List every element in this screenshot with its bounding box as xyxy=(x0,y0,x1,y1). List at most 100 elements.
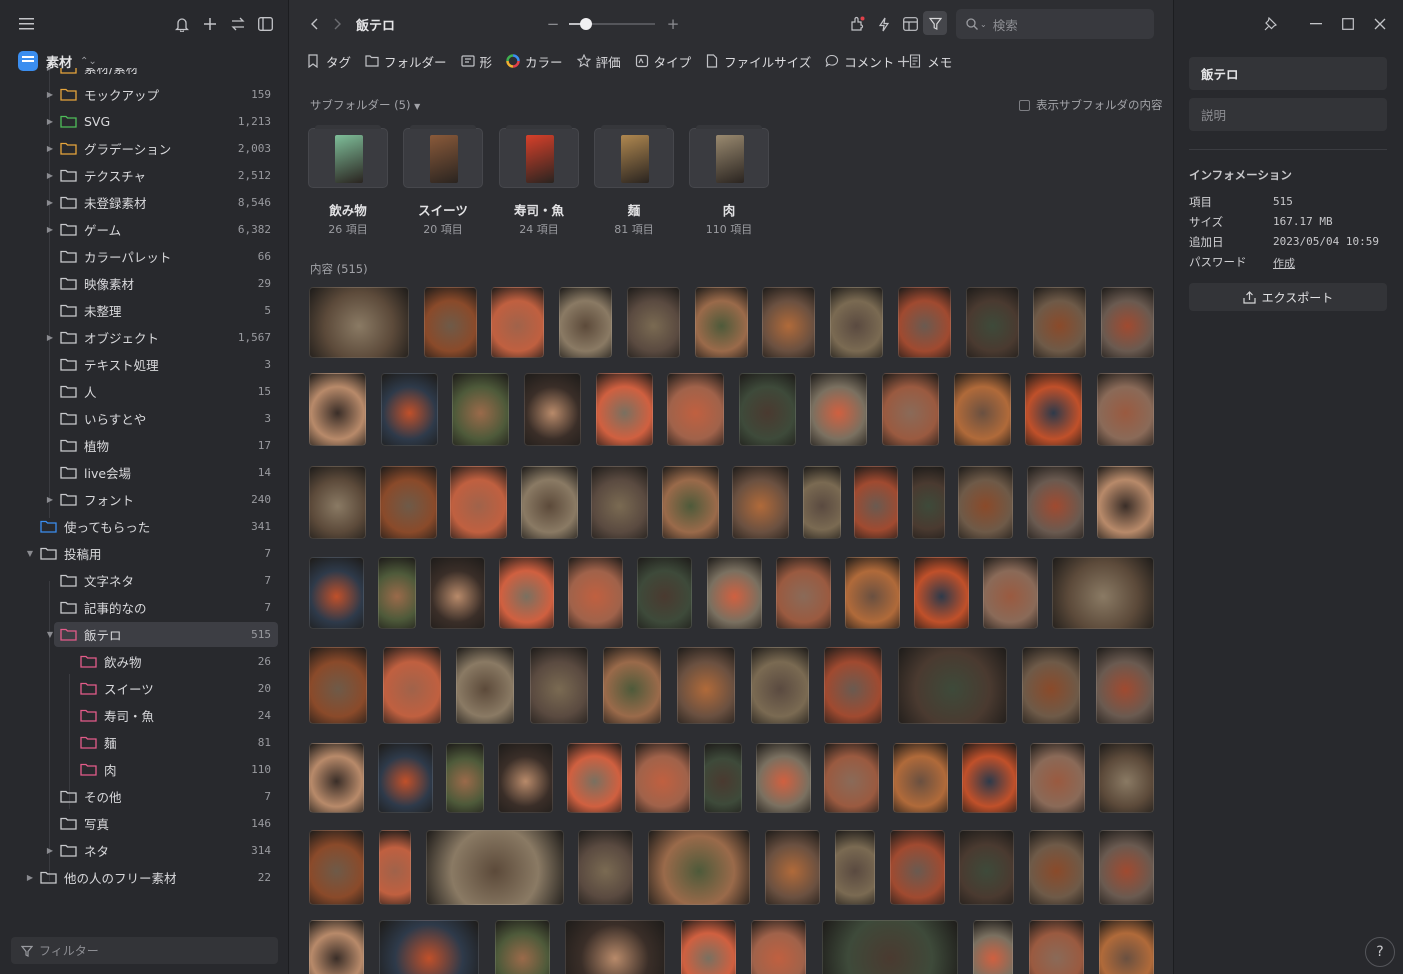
content-thumbnail[interactable] xyxy=(973,920,1014,974)
tree-item[interactable]: ▶ オブジェクト 1,567 xyxy=(0,324,289,351)
content-thumbnail[interactable] xyxy=(911,466,945,539)
menu-icon[interactable] xyxy=(16,14,36,34)
tree-item[interactable]: カラーパレット 66 xyxy=(0,243,289,270)
content-thumbnail[interactable] xyxy=(661,466,719,539)
content-thumbnail[interactable] xyxy=(378,557,417,629)
content-thumbnail[interactable] xyxy=(499,557,555,629)
content-thumbnail[interactable] xyxy=(854,466,898,539)
content-thumbnail[interactable] xyxy=(377,743,433,813)
content-thumbnail[interactable] xyxy=(762,287,816,358)
subfolder-header[interactable]: サブフォルダー (5) ▼ xyxy=(310,97,420,113)
content-thumbnail[interactable] xyxy=(982,557,1038,629)
content-thumbnail[interactable] xyxy=(568,557,624,629)
content-thumbnail[interactable] xyxy=(423,287,477,358)
subfolder-tile[interactable]: 麺 81 項目 xyxy=(594,125,674,237)
content-thumbnail[interactable] xyxy=(578,830,634,905)
tree-item[interactable]: 寿司・魚 24 xyxy=(0,702,289,729)
content-thumbnail[interactable] xyxy=(913,557,969,629)
tree-item[interactable]: ▶ 未登録素材 8,546 xyxy=(0,189,289,216)
caret-right-icon[interactable]: ▶ xyxy=(45,143,55,153)
tree-item[interactable]: 未整理 5 xyxy=(0,297,289,324)
tree-item[interactable]: 記事的なの 7 xyxy=(0,594,289,621)
caret-right-icon[interactable]: ▶ xyxy=(45,494,55,504)
content-thumbnail[interactable] xyxy=(1052,557,1154,629)
tree-item[interactable]: 人 15 xyxy=(0,378,289,405)
content-thumbnail[interactable] xyxy=(1030,743,1086,813)
zoom-out-icon[interactable]: − xyxy=(546,15,560,33)
caret-right-icon[interactable]: ▶ xyxy=(45,68,55,72)
notification-bell-icon[interactable] xyxy=(172,14,192,34)
content-thumbnail[interactable] xyxy=(603,647,662,724)
content-thumbnail[interactable] xyxy=(961,743,1017,813)
content-thumbnail[interactable] xyxy=(830,287,884,358)
subfolder-tile[interactable]: 寿司・魚 24 項目 xyxy=(499,125,579,237)
tree-item[interactable]: 麺 81 xyxy=(0,729,289,756)
content-thumbnail[interactable] xyxy=(626,287,680,358)
content-thumbnail[interactable] xyxy=(1028,920,1084,974)
filter-star[interactable]: 評価 xyxy=(576,52,621,71)
content-thumbnail[interactable] xyxy=(810,373,868,446)
content-thumbnail[interactable] xyxy=(450,466,507,539)
content-thumbnail[interactable] xyxy=(380,373,438,446)
content-thumbnail[interactable] xyxy=(953,373,1011,446)
tree-item[interactable]: 植物 17 xyxy=(0,432,289,459)
content-thumbnail[interactable] xyxy=(1026,466,1084,539)
tree-item[interactable]: ▼ 飯テロ 515 xyxy=(0,621,289,648)
content-thumbnail[interactable] xyxy=(882,373,940,446)
content-thumbnail[interactable] xyxy=(378,830,411,905)
content-thumbnail[interactable] xyxy=(1101,287,1154,358)
subfolder-tile[interactable]: 肉 110 項目 xyxy=(689,125,769,237)
sidebar-filter-input[interactable]: フィルター xyxy=(11,937,278,964)
tree-item[interactable]: 文字ネタ 7 xyxy=(0,567,289,594)
filter-folder[interactable]: フォルダー xyxy=(365,52,447,71)
content-thumbnail[interactable] xyxy=(732,466,789,539)
tree-item[interactable]: ▶ フォント 240 xyxy=(0,486,289,513)
filter-file-type[interactable]: タイプ xyxy=(635,52,691,71)
search-scope-chevron-icon[interactable]: ⌄ xyxy=(980,20,987,29)
checkbox[interactable] xyxy=(1019,99,1030,111)
tree-item[interactable]: live会場 14 xyxy=(0,459,289,486)
filter-memo[interactable]: メモ xyxy=(908,52,952,71)
content-thumbnail[interactable] xyxy=(765,830,820,905)
pin-icon[interactable] xyxy=(1260,14,1280,34)
content-thumbnail[interactable] xyxy=(893,743,948,813)
content-thumbnail[interactable] xyxy=(667,373,725,446)
zoom-slider-knob[interactable] xyxy=(580,18,593,30)
content-thumbnail[interactable] xyxy=(824,743,880,813)
content-thumbnail[interactable] xyxy=(529,647,588,724)
content-thumbnail[interactable] xyxy=(750,647,809,724)
caret-right-icon[interactable]: ▶ xyxy=(45,845,55,855)
content-thumbnail[interactable] xyxy=(1097,466,1154,539)
sidebar-toggle-icon[interactable] xyxy=(255,14,275,34)
content-thumbnail[interactable] xyxy=(452,373,510,446)
filter-comment[interactable]: コメント xyxy=(825,52,894,71)
subfolder-tile[interactable]: 飲み物 26 項目 xyxy=(308,125,388,237)
tree-item[interactable]: 映像素材 29 xyxy=(0,270,289,297)
minimize-icon[interactable] xyxy=(1306,14,1326,34)
caret-right-icon[interactable]: ▶ xyxy=(45,224,55,234)
content-thumbnail[interactable] xyxy=(309,373,366,446)
extension-icon[interactable] xyxy=(847,14,867,34)
content-thumbnail[interactable] xyxy=(958,466,1013,539)
content-thumbnail[interactable] xyxy=(1096,647,1154,724)
caret-right-icon[interactable]: ▶ xyxy=(45,89,55,99)
content-thumbnail[interactable] xyxy=(1097,373,1154,446)
content-thumbnail[interactable] xyxy=(446,743,485,813)
description-field[interactable]: 説明 xyxy=(1189,98,1387,131)
content-thumbnail[interactable] xyxy=(897,287,951,358)
content-thumbnail[interactable] xyxy=(595,373,653,446)
caret-right-icon[interactable]: ▶ xyxy=(25,872,35,882)
content-thumbnail[interactable] xyxy=(635,743,691,813)
content-thumbnail[interactable] xyxy=(648,830,751,905)
content-thumbnail[interactable] xyxy=(680,920,736,974)
close-icon[interactable] xyxy=(1370,14,1390,34)
content-thumbnail[interactable] xyxy=(802,466,841,539)
content-thumbnail[interactable] xyxy=(1029,830,1085,905)
content-thumbnail[interactable] xyxy=(834,830,875,905)
content-thumbnail[interactable] xyxy=(566,743,622,813)
content-thumbnail[interactable] xyxy=(751,920,807,974)
sync-arrows-icon[interactable] xyxy=(228,14,248,34)
content-thumbnail[interactable] xyxy=(309,920,364,974)
tree-item[interactable]: ▼ 投稿用 7 xyxy=(0,540,289,567)
content-thumbnail[interactable] xyxy=(694,287,748,358)
